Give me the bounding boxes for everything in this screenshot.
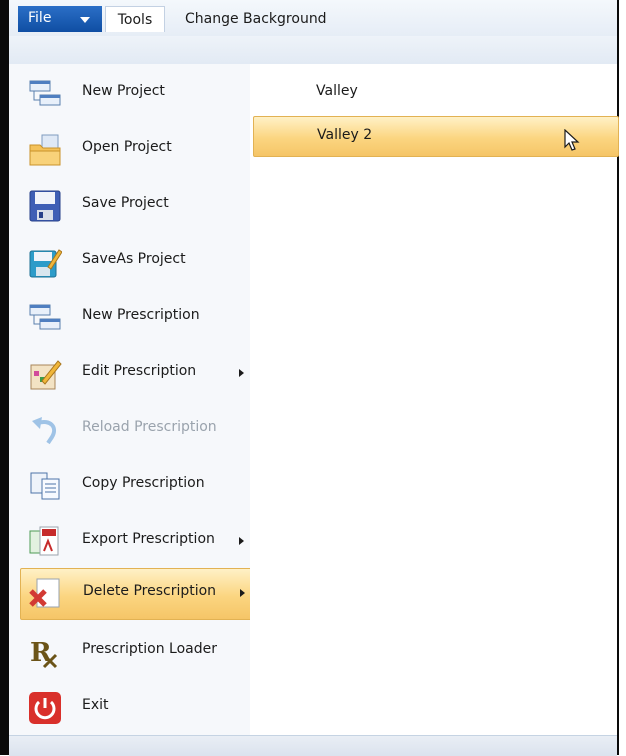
menu-item-label: SaveAs Project [82,251,186,267]
submenu-arrow-icon [239,369,244,377]
new-prescription-icon [29,304,61,330]
new-project-icon [29,80,61,106]
menu-item-new-project[interactable]: New Project [20,69,256,119]
menu-item-copy-prescription[interactable]: Copy Prescription [20,461,256,511]
ribbon-tab-bar: File Tools Change Background [9,0,617,37]
file-menu-panel: New Project Open Project Save Project Sa… [9,64,256,735]
delete-document-icon [29,578,60,608]
menu-item-label: New Prescription [82,307,200,323]
menu-item-label: Reload Prescription [82,419,217,435]
menu-item-exit[interactable]: Exit [20,683,256,733]
power-icon [29,692,61,724]
menu-item-label: Exit [82,697,109,713]
menu-item-export-prescription[interactable]: Export Prescription [20,517,256,567]
submenu-item-label: Valley 2 [317,127,373,143]
undo-arrow-icon [32,417,57,445]
menu-item-reload-prescription[interactable]: Reload Prescription [20,405,256,455]
menu-item-saveas-project[interactable]: SaveAs Project [20,237,256,287]
menu-item-label: Copy Prescription [82,475,205,491]
menu-item-label: Prescription Loader [82,641,218,657]
menu-item-save-project[interactable]: Save Project [20,181,256,231]
rx-icon: R [30,638,58,669]
window-border-left [0,0,9,755]
chevron-down-icon [80,17,90,23]
menu-item-open-project[interactable]: Open Project [20,125,256,175]
floppy-disk-icon [29,190,61,222]
edit-pencil-icon [30,360,62,390]
menu-item-label: New Project [82,83,165,99]
submenu-item-label: Valley [316,83,358,99]
menu-item-new-prescription[interactable]: New Prescription [20,293,256,343]
menu-item-label: Edit Prescription [82,363,197,379]
copy-icon [30,472,60,500]
tab-change-background[interactable]: Change Background [185,6,327,32]
file-menu-button[interactable]: File [18,6,102,32]
mouse-cursor-icon [564,129,580,151]
submenu-arrow-icon [239,537,244,545]
submenu-item-valley[interactable]: Valley [253,73,619,114]
menu-item-label: Delete Prescription [83,583,217,599]
open-folder-icon [29,134,61,166]
export-pdf-icon [29,526,59,556]
menu-item-edit-prescription[interactable]: Edit Prescription [20,349,256,399]
menu-item-label: Open Project [82,139,172,155]
ribbon-body [9,36,617,65]
file-menu-label: File [28,10,52,26]
menu-item-prescription-loader[interactable]: R Prescription Loader [20,627,256,677]
submenu-arrow-icon [240,589,245,597]
menu-item-label: Save Project [82,195,169,211]
save-as-icon [29,249,62,278]
tab-tools[interactable]: Tools [105,6,165,32]
menu-item-label: Export Prescription [82,531,215,547]
status-bar [9,735,617,756]
menu-item-delete-prescription[interactable]: Delete Prescription [20,568,256,620]
delete-prescription-submenu: Valley Valley 2 [250,64,619,735]
